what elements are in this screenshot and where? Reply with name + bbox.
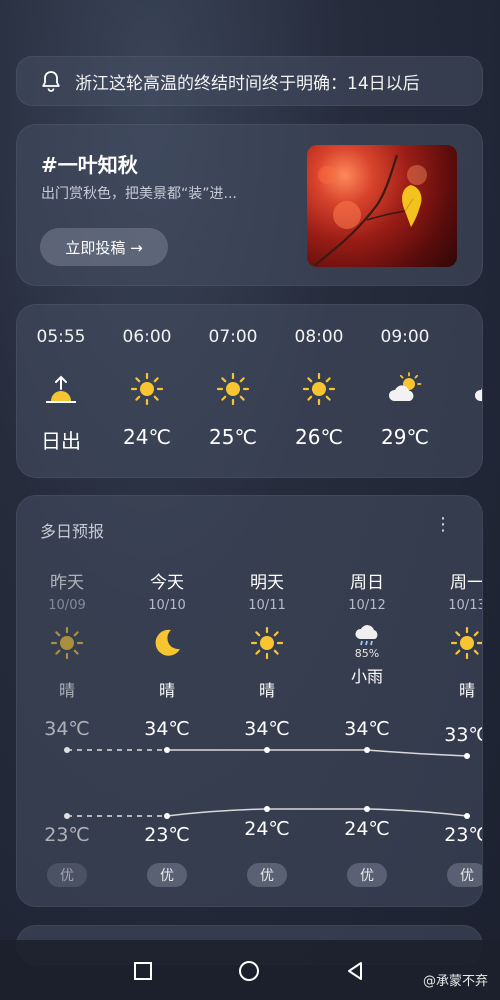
partly-cloudy-icon xyxy=(388,372,422,402)
day-condition: 晴 xyxy=(458,681,475,700)
sun-icon xyxy=(216,372,250,406)
notice-text: 浙江这轮高温的终结时间终于明确：14日以后 xyxy=(75,73,420,94)
day-condition: 晴 xyxy=(258,681,275,700)
aqi-badge: 优 xyxy=(247,863,287,887)
hour-item: 06:00 24℃ xyxy=(107,327,187,449)
recents-button[interactable] xyxy=(132,960,154,982)
sun-icon xyxy=(450,626,482,660)
day-condition: 晴 xyxy=(58,681,75,700)
precip-chance xyxy=(217,661,317,675)
aqi-badge: 优 xyxy=(147,863,187,887)
hour-value: 日出 xyxy=(41,429,81,453)
hour-item: 10 3 xyxy=(451,327,482,449)
aqi-badge: 优 xyxy=(47,863,87,887)
day-name: 明天 xyxy=(250,573,284,593)
multi-day-forecast[interactable]: 多日预报 ⋮ 昨天 10/09 晴 34℃ 23℃ 优 今天 10/10 晴 3… xyxy=(16,495,483,907)
day-column[interactable]: 明天 10/11 晴 34℃ 24℃ 优 xyxy=(217,568,317,887)
watermark: @承蒙不弃 xyxy=(422,974,488,989)
precip-chance xyxy=(117,661,217,675)
day-date: 10/09 xyxy=(48,598,86,613)
sun-icon xyxy=(302,372,336,406)
submit-button[interactable]: 立即投稿 → xyxy=(40,228,168,266)
autumn-leaf-image[interactable] xyxy=(307,145,457,267)
sun-icon xyxy=(50,626,84,660)
sun-icon xyxy=(250,626,284,660)
precip-chance: 85% xyxy=(354,647,380,660)
day-column[interactable]: 周一 10/13 晴 33℃ 23℃ 优 xyxy=(417,568,483,887)
news-notice[interactable]: 浙江这轮高温的终结时间终于明确：14日以后 xyxy=(16,56,483,106)
day-column[interactable]: 周日 10/12 85% 小雨 34℃ 24℃ 优 xyxy=(317,568,417,887)
day-column[interactable]: 今天 10/10 晴 34℃ 23℃ 优 xyxy=(117,568,217,887)
day-date: 10/11 xyxy=(248,598,286,613)
day-low: 23℃ xyxy=(444,824,482,846)
day-high: 34℃ xyxy=(44,718,90,740)
precip-chance xyxy=(17,661,117,675)
day-high: 33℃ xyxy=(444,724,482,746)
day-high: 34℃ xyxy=(144,718,190,740)
hour-temp: 26℃ xyxy=(295,425,343,449)
hour-temp: 24℃ xyxy=(123,425,171,449)
hour-time: 05:55 xyxy=(36,327,86,347)
hour-time: 08:00 xyxy=(294,327,344,347)
moon-icon xyxy=(155,629,180,656)
day-low: 24℃ xyxy=(344,818,390,840)
hour-temp: 29℃ xyxy=(381,425,429,449)
hour-time: 09:00 xyxy=(380,327,430,347)
hour-item: 09:00 29℃ xyxy=(365,327,445,449)
precip-chance xyxy=(417,661,482,675)
back-button[interactable] xyxy=(344,960,366,982)
topic-title: #一叶知秋 xyxy=(41,153,138,177)
sunrise-icon xyxy=(46,375,76,403)
day-name: 周日 xyxy=(350,573,384,593)
day-condition: 晴 xyxy=(158,681,175,700)
topic-card[interactable]: #一叶知秋 出门赏秋色，把美景都“装”进... 立即投稿 → xyxy=(16,124,483,286)
aqi-badge: 优 xyxy=(347,863,387,887)
day-low: 23℃ xyxy=(44,824,90,846)
day-high: 34℃ xyxy=(344,718,390,740)
day-name: 周一 xyxy=(450,573,483,593)
partly-cloudy-icon xyxy=(474,372,482,402)
day-low: 24℃ xyxy=(244,818,290,840)
day-name: 昨天 xyxy=(50,573,84,593)
day-column[interactable]: 昨天 10/09 晴 34℃ 23℃ 优 xyxy=(17,568,117,887)
aqi-badge: 优 xyxy=(447,863,482,887)
hour-temp: 25℃ xyxy=(209,425,257,449)
rain-icon xyxy=(355,625,378,646)
home-button[interactable] xyxy=(238,960,260,982)
day-date: 10/13 xyxy=(448,598,483,613)
hour-item: 07:00 25℃ xyxy=(193,327,273,449)
day-low: 23℃ xyxy=(144,824,190,846)
topic-subtitle: 出门赏秋色，把美景都“装”进... xyxy=(41,186,237,202)
bell-icon xyxy=(42,71,60,92)
day-condition: 小雨 xyxy=(350,667,383,686)
hour-item: 05:55 日出 xyxy=(21,327,101,454)
hour-time: 10 xyxy=(480,327,482,351)
day-date: 10/12 xyxy=(348,598,386,613)
hourly-forecast[interactable]: 05:55 日出 06:00 24℃ 07:00 25℃ 08:00 26℃ 0… xyxy=(16,304,483,478)
day-high: 34℃ xyxy=(244,718,290,740)
sun-icon xyxy=(130,372,164,406)
leaf-branch-graphic xyxy=(314,154,427,266)
hour-time: 06:00 xyxy=(122,327,172,347)
day-name: 今天 xyxy=(150,573,184,593)
hour-time: 07:00 xyxy=(208,327,258,347)
hour-item: 08:00 26℃ xyxy=(279,327,359,449)
day-date: 10/10 xyxy=(148,598,186,613)
